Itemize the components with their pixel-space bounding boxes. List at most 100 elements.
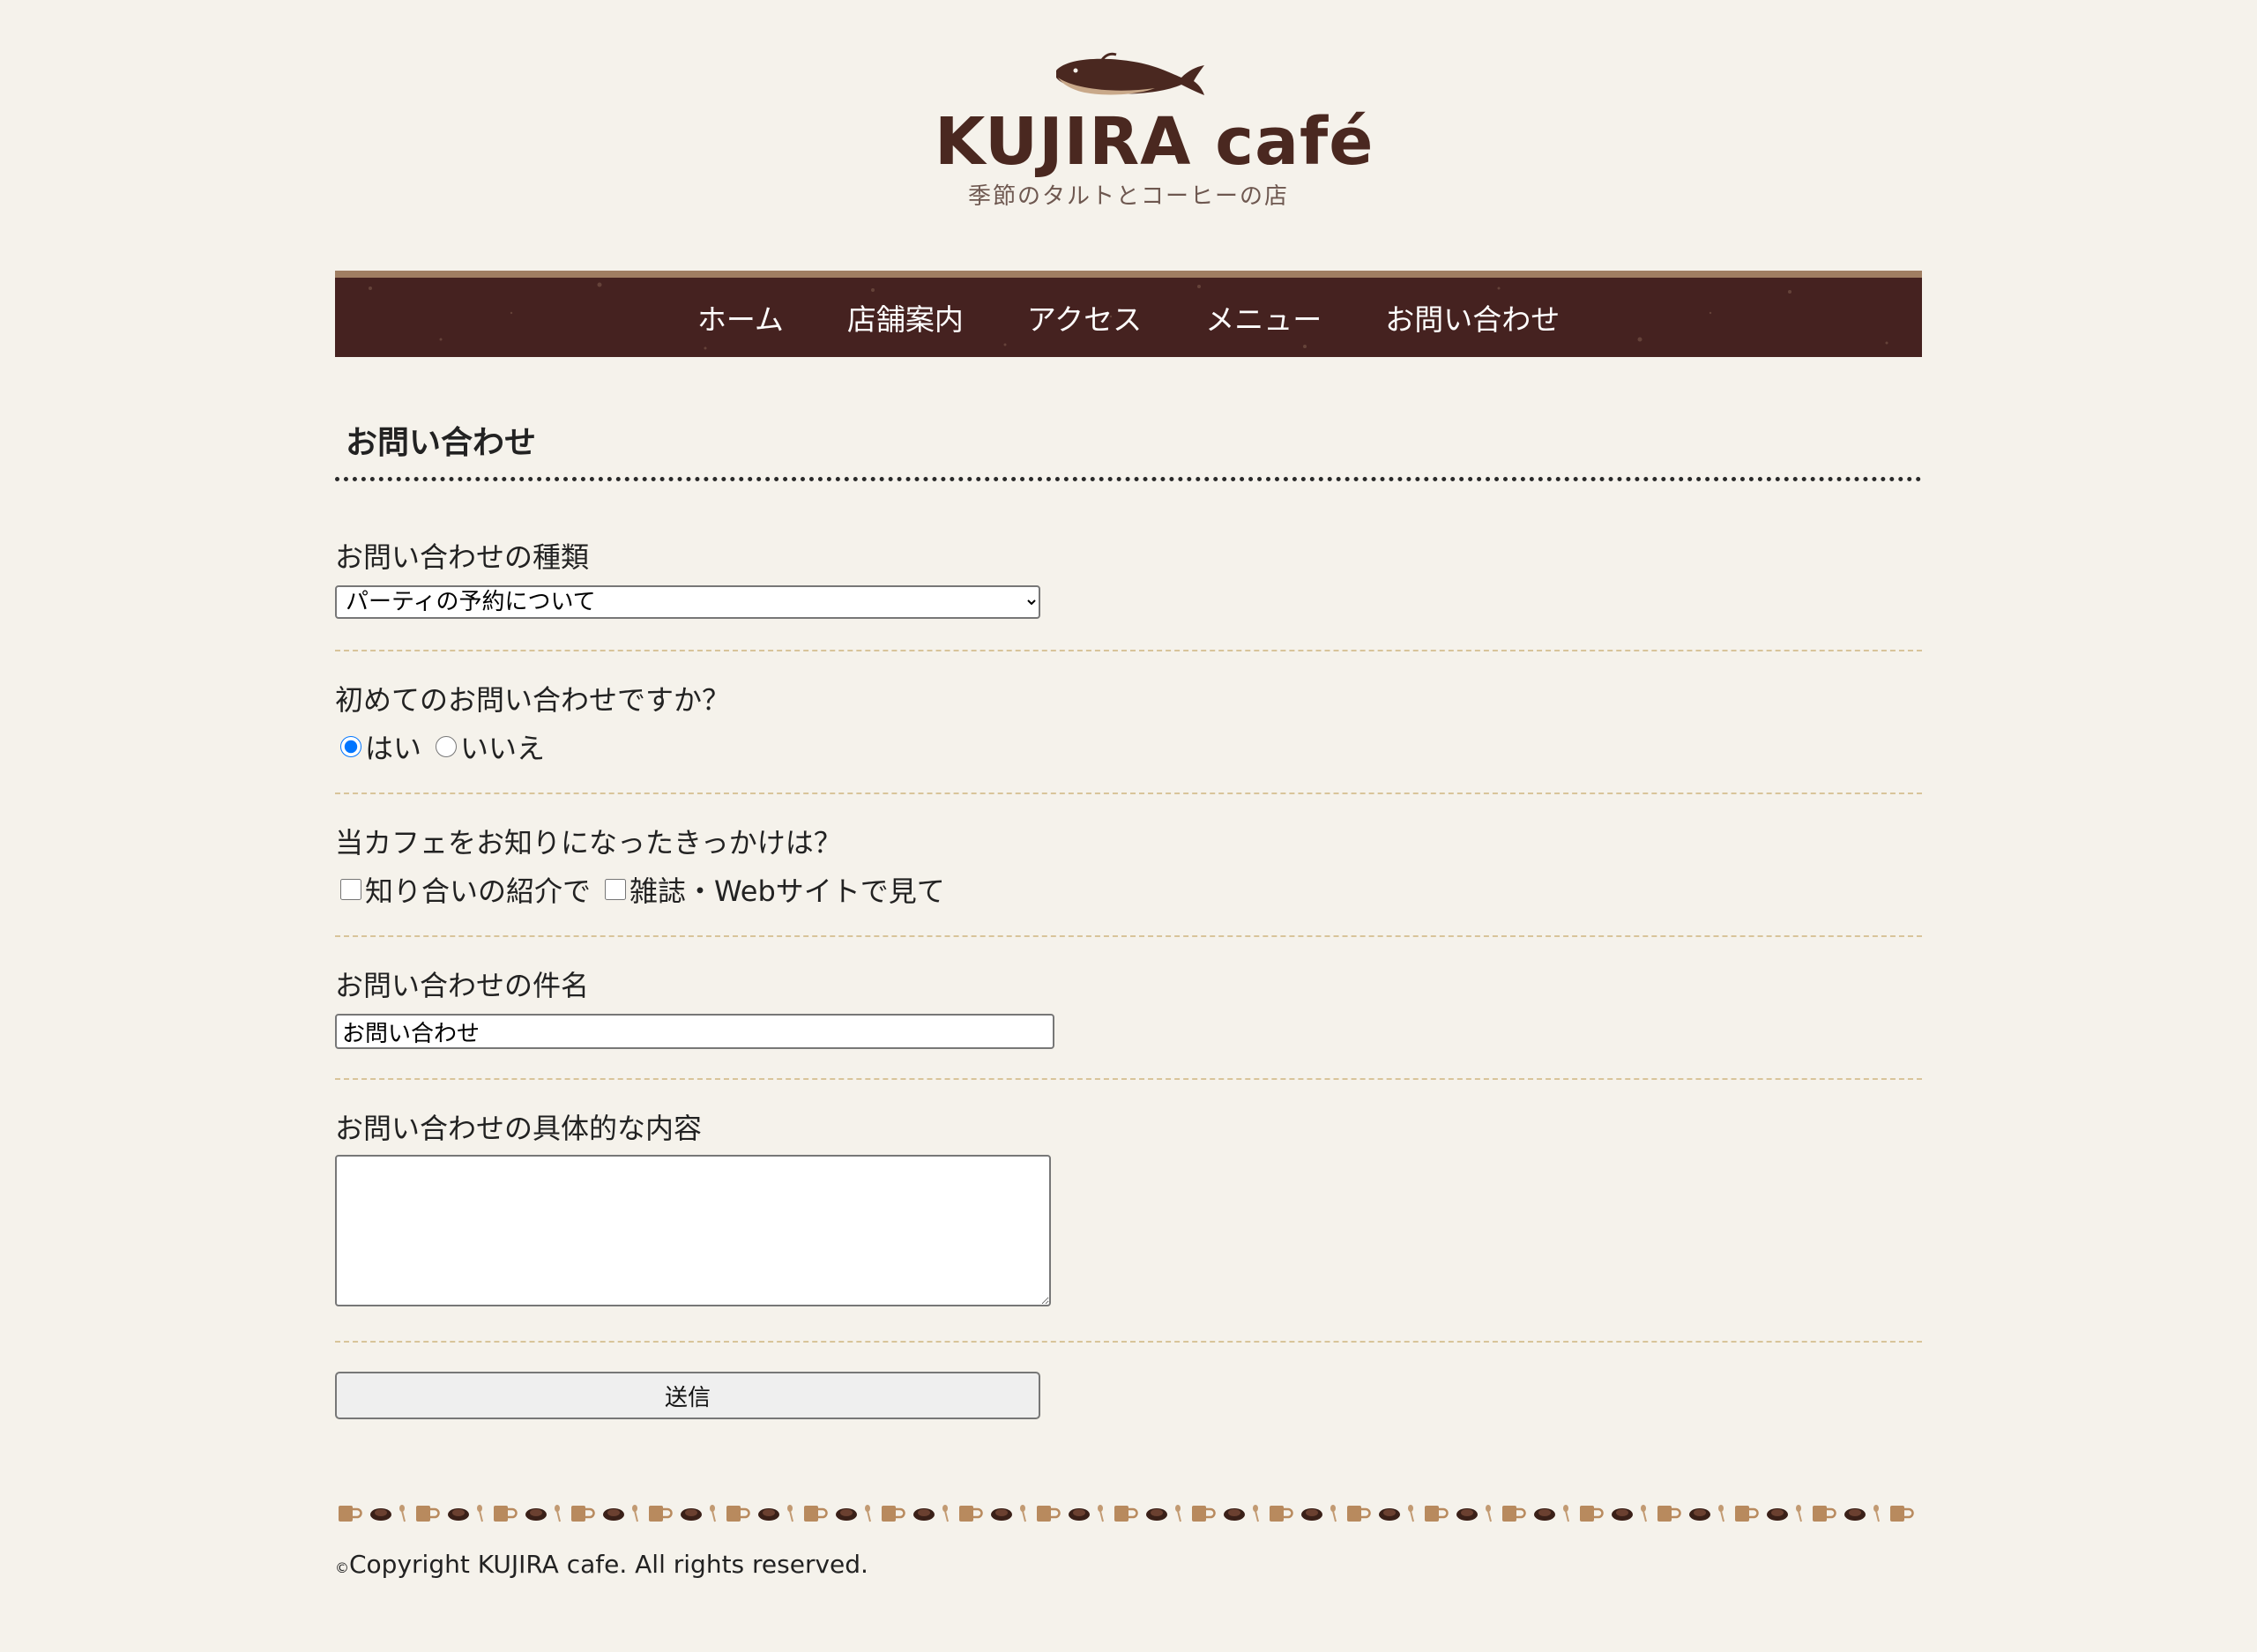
spoon-icon	[1873, 1505, 1880, 1522]
first-time-options: はい いいえ	[335, 726, 1922, 767]
coffee-cup-icon	[913, 1508, 935, 1521]
spoon-icon	[1175, 1505, 1181, 1522]
inquiry-type-label: お問い合わせの種類	[335, 540, 590, 574]
nav-item-home[interactable]: ホーム	[697, 296, 784, 339]
details-label: お問い合わせの具体的な内容	[335, 1112, 703, 1145]
coffee-mug-icon	[1037, 1506, 1061, 1522]
field-separator	[335, 935, 1922, 937]
coffee-cup-icon	[1767, 1508, 1788, 1521]
subject-label: お問い合わせの件名	[335, 969, 590, 1002]
spoon-icon	[1563, 1505, 1569, 1522]
spoon-icon	[1486, 1505, 1492, 1522]
coffee-cup-icon	[1379, 1508, 1400, 1521]
coffee-mug-icon	[1114, 1506, 1138, 1522]
spoon-icon	[555, 1505, 561, 1522]
coffee-mug-icon	[1347, 1506, 1371, 1522]
nav-item-contact[interactable]: お問い合わせ	[1385, 296, 1560, 339]
coffee-cup-icon	[525, 1508, 547, 1521]
coffee-cup-icon	[1534, 1508, 1555, 1521]
coffee-cup-icon	[1844, 1508, 1866, 1521]
coffee-cup-icon	[1224, 1508, 1245, 1521]
spoon-icon	[1020, 1505, 1026, 1522]
whale-logo-icon	[1056, 52, 1204, 95]
coffee-mug-icon	[1890, 1506, 1914, 1522]
spoon-icon	[399, 1505, 406, 1522]
coffee-cup-icon	[836, 1508, 857, 1521]
first-time-no-radio[interactable]	[436, 736, 458, 757]
coffee-mug-icon	[1270, 1506, 1293, 1522]
spoon-icon	[942, 1505, 949, 1522]
copyright-symbol: ©	[335, 1559, 349, 1576]
spoon-icon	[710, 1505, 716, 1522]
logo-brand-text: KUJIRA café	[935, 104, 1374, 180]
source-field: 当カフェをお知りになったきっかけは？ 知り合いの紹介で 雑誌・Webサイトで見て	[335, 825, 1922, 910]
coffee-cup-icon	[681, 1508, 702, 1521]
coffee-mug-icon	[1657, 1506, 1681, 1522]
field-separator	[335, 793, 1922, 794]
spoon-icon	[1718, 1505, 1724, 1522]
source-media-checkbox[interactable]	[605, 879, 627, 900]
subject-input[interactable]	[335, 1014, 1054, 1049]
spoon-icon	[632, 1505, 638, 1522]
copyright-text: Copyright KUJIRA cafe. All rights reserv…	[349, 1550, 868, 1579]
main-nav: ホーム 店舗案内 アクセス メニュー お問い合わせ	[335, 271, 1922, 357]
spoon-icon	[865, 1505, 871, 1522]
source-label: 当カフェをお知りになったきっかけは？	[335, 826, 842, 859]
coffee-mug-icon	[649, 1506, 673, 1522]
source-options: 知り合いの紹介で 雑誌・Webサイトで見て	[335, 869, 1922, 910]
coffee-cup-icon	[370, 1508, 391, 1521]
first-time-no-option[interactable]: いいえ	[430, 726, 545, 767]
nav-item-access[interactable]: アクセス	[1027, 296, 1142, 339]
coffee-cup-icon	[758, 1508, 779, 1521]
coffee-mug-icon	[1425, 1506, 1449, 1522]
coffee-mug-icon	[1580, 1506, 1604, 1522]
field-separator	[335, 1341, 1922, 1343]
first-time-yes-option[interactable]: はい	[335, 726, 421, 767]
coffee-cup-icon	[1456, 1508, 1478, 1521]
spoon-icon	[1098, 1505, 1104, 1522]
inquiry-type-select[interactable]: パーティの予約について	[335, 585, 1040, 619]
coffee-cup-icon	[1689, 1508, 1710, 1521]
spoon-icon	[1253, 1505, 1259, 1522]
first-time-no-label: いいえ	[460, 732, 546, 765]
coffee-cup-border	[339, 1505, 1914, 1522]
page-title: お問い合わせ	[335, 414, 1922, 481]
site-logo[interactable]: KUJIRA café 季節のタルトとコーヒーの店	[935, 51, 1374, 219]
coffee-mug-icon	[1735, 1506, 1759, 1522]
spoon-icon	[787, 1505, 793, 1522]
coffee-mug-icon	[804, 1506, 828, 1522]
coffee-mug-icon	[1192, 1506, 1216, 1522]
spoon-icon	[1408, 1505, 1414, 1522]
coffee-cup-icon	[1612, 1508, 1633, 1521]
inquiry-type-field: お問い合わせの種類 パーティの予約について	[335, 540, 1922, 619]
coffee-mug-icon	[494, 1506, 518, 1522]
coffee-mug-icon	[882, 1506, 905, 1522]
coffee-mug-icon	[1813, 1506, 1836, 1522]
source-referral-checkbox[interactable]	[340, 879, 361, 900]
source-option-media[interactable]: 雑誌・Webサイトで見て	[600, 869, 945, 910]
first-time-yes-radio[interactable]	[340, 736, 361, 757]
submit-button[interactable]: 送信	[335, 1372, 1040, 1419]
details-textarea[interactable]	[335, 1155, 1051, 1306]
first-time-label: 初めてのお問い合わせですか？	[335, 683, 731, 717]
details-field: お問い合わせの具体的な内容	[335, 1111, 1922, 1310]
copyright: ©Copyright KUJIRA cafe. All rights reser…	[335, 1550, 868, 1579]
first-time-field: 初めてのお問い合わせですか？ はい いいえ	[335, 682, 1922, 767]
coffee-cup-icon	[1301, 1508, 1322, 1521]
coffee-cup-icon	[1069, 1508, 1090, 1521]
coffee-mug-icon	[339, 1506, 362, 1522]
source-option-referral[interactable]: 知り合いの紹介で	[335, 869, 591, 910]
coffee-mug-icon	[959, 1506, 983, 1522]
nav-item-menu[interactable]: メニュー	[1205, 296, 1322, 339]
subject-field: お問い合わせの件名	[335, 968, 1922, 1049]
coffee-cup-icon	[1146, 1508, 1167, 1521]
nav-item-store-info[interactable]: 店舗案内	[847, 296, 964, 339]
coffee-mug-icon	[726, 1506, 750, 1522]
source-media-label: 雑誌・Webサイトで見て	[629, 874, 945, 908]
coffee-cup-icon	[603, 1508, 624, 1521]
first-time-yes-label: はい	[365, 732, 422, 765]
page: KUJIRA café 季節のタルトとコーヒーの店 ホーム 店舗案内 アクセス …	[0, 0, 2257, 1652]
spoon-icon	[1330, 1505, 1337, 1522]
coffee-mug-icon	[1502, 1506, 1526, 1522]
coffee-cup-icon	[991, 1508, 1012, 1521]
